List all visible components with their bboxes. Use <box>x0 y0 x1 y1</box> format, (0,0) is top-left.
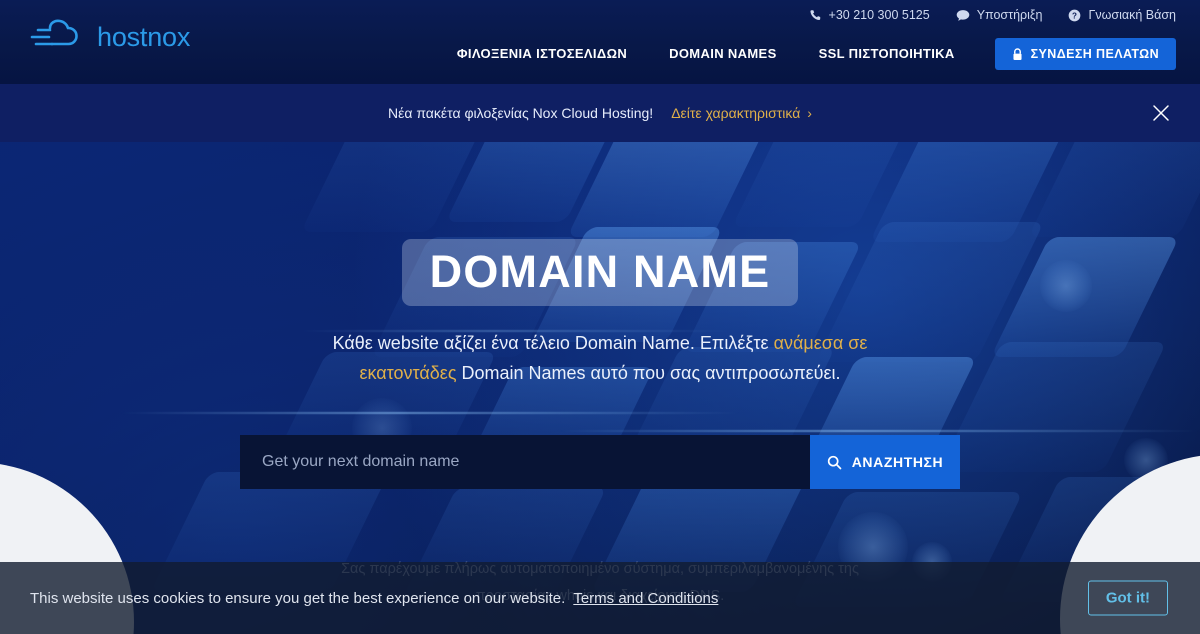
knowledge-base-label: Γνωσιακή Βάση <box>1088 8 1176 22</box>
cookie-message: This website uses cookies to ensure you … <box>30 589 566 607</box>
cookie-accept-button[interactable]: Got it! <box>1087 580 1168 616</box>
knowledge-base-link[interactable]: ? Γνωσιακή Βάση <box>1068 8 1176 22</box>
page-title: DOMAIN NAME <box>429 246 771 297</box>
support-label: Υποστήριξη <box>976 8 1043 22</box>
domain-search-form: ΑΝΑΖΗΤΗΣΗ <box>240 435 960 490</box>
phone-icon <box>809 9 822 22</box>
phone-link[interactable]: +30 210 300 5125 <box>809 8 930 22</box>
phone-number: +30 210 300 5125 <box>828 8 930 22</box>
hero-subtitle-part2: Domain Names αυτό που σας αντιπροσωπεύει… <box>456 363 841 384</box>
announcement-bar: Νέα πακέτα φιλοξενίας Nox Cloud Hosting!… <box>0 84 1200 142</box>
announcement-link-label: Δείτε χαρακτηριστικά <box>671 105 801 121</box>
nav-item-ssl[interactable]: SSL ΠΙΣΤΟΠΟΙΗΤΙΚΑ <box>798 38 976 70</box>
lock-icon <box>1012 47 1023 61</box>
hero-subtitle-part1: Κάθε website αξίζει ένα τέλειο Domain Na… <box>332 333 774 353</box>
client-login-button[interactable]: ΣΥΝΔΕΣΗ ΠΕΛΑΤΩΝ <box>994 38 1176 70</box>
announcement-text: Νέα πακέτα φιλοξενίας Nox Cloud Hosting! <box>388 105 654 121</box>
client-login-label: ΣΥΝΔΕΣΗ ΠΕΛΑΤΩΝ <box>1030 47 1159 61</box>
page-root: hostnox +30 210 300 5125 Υποστήριξη ? Γν… <box>0 0 1200 634</box>
domain-search-input[interactable] <box>240 435 810 490</box>
domain-search-button-label: ΑΝΑΖΗΤΗΣΗ <box>851 454 944 471</box>
question-circle-icon: ? <box>1068 9 1081 22</box>
chat-bubble-icon <box>956 9 970 22</box>
cloud-speed-icon <box>28 18 88 56</box>
chevron-right-icon: › <box>807 105 812 121</box>
close-icon[interactable] <box>1150 102 1172 124</box>
announcement-link[interactable]: Δείτε χαρακτηριστικά › <box>671 105 812 121</box>
svg-text:?: ? <box>1072 11 1077 20</box>
support-link[interactable]: Υποστήριξη <box>956 8 1043 22</box>
site-logo[interactable]: hostnox <box>28 18 190 56</box>
terms-and-conditions-link[interactable]: Terms and Conditions <box>573 590 718 607</box>
cookie-consent-bar: This website uses cookies to ensure you … <box>0 562 1200 634</box>
domain-search-button[interactable]: ΑΝΑΖΗΤΗΣΗ <box>810 435 960 490</box>
nav-item-hosting[interactable]: ΦΙΛΟΞΕΝΙΑ ΙΣΤΟΣΕΛΙΔΩΝ <box>436 38 648 70</box>
site-header: hostnox +30 210 300 5125 Υποστήριξη ? Γν… <box>0 0 1200 84</box>
main-navigation: ΦΙΛΟΞΕΝΙΑ ΙΣΤΟΣΕΛΙΔΩΝ DOMAIN NAMES SSL Π… <box>436 38 1176 70</box>
hero-section: DOMAIN NAME Κάθε website αξίζει ένα τέλε… <box>0 142 1200 634</box>
logo-wordmark: hostnox <box>97 21 191 52</box>
hero-content: DOMAIN NAME Κάθε website αξίζει ένα τέλε… <box>0 142 1200 490</box>
hero-title-plate: DOMAIN NAME <box>401 239 799 306</box>
magnifier-icon <box>827 455 842 470</box>
nav-item-domain-names[interactable]: DOMAIN NAMES <box>648 38 797 70</box>
hero-subtitle: Κάθε website αξίζει ένα τέλειο Domain Na… <box>290 328 910 388</box>
utility-bar: +30 210 300 5125 Υποστήριξη ? Γνωσιακή Β… <box>809 8 1176 22</box>
